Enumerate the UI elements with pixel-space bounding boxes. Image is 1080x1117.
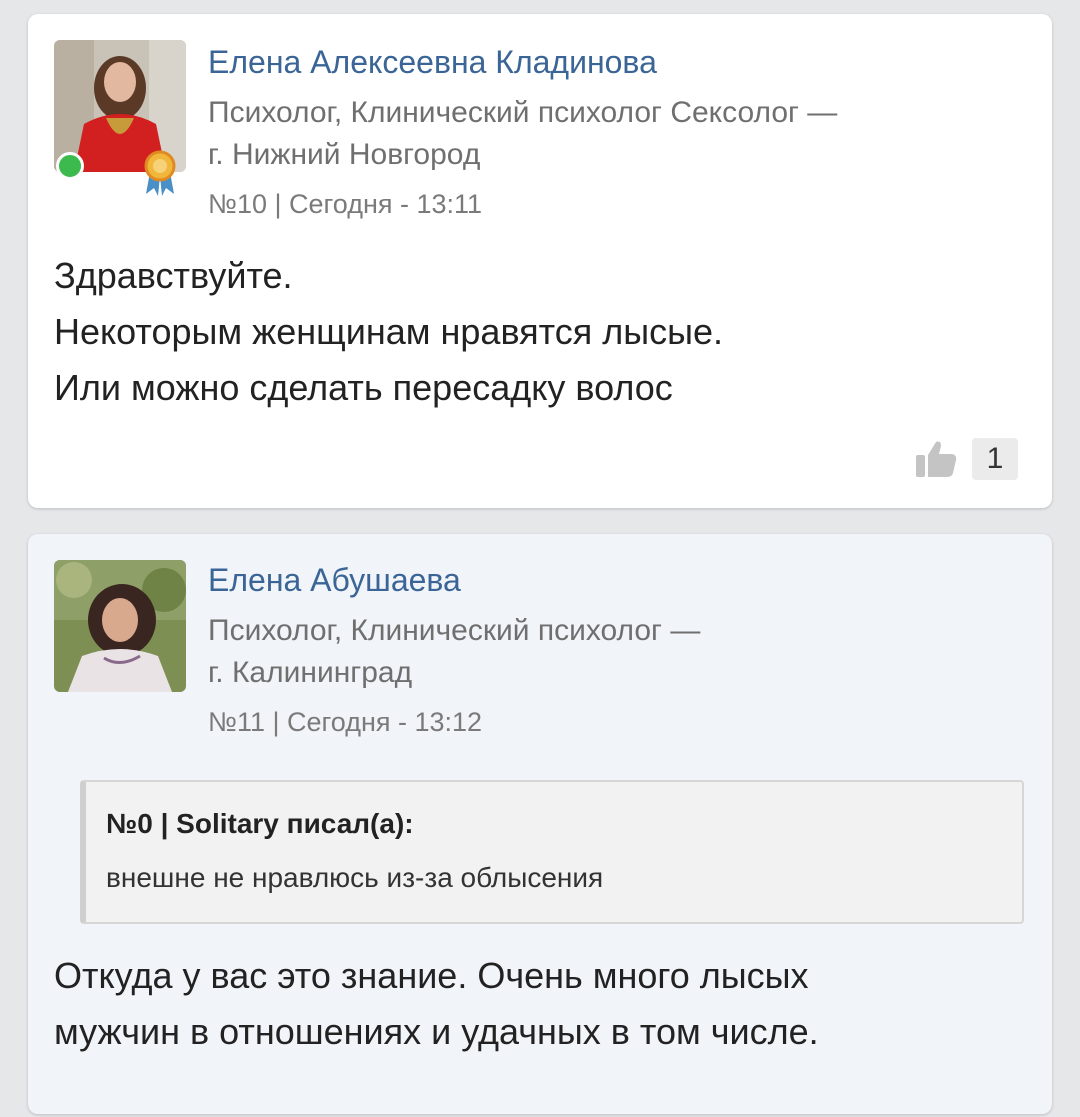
online-status-indicator [56, 152, 84, 180]
like-count: 1 [972, 438, 1018, 480]
post-line: Или можно сделать пересадку волос [54, 367, 673, 408]
quote-block: №0 | Solitary писал(а): внешне не нравлю… [80, 780, 1024, 924]
post-line: мужчин в отношениях и удачных в том числ… [54, 1011, 819, 1052]
author-name[interactable]: Елена Алексеевна Кладинова [208, 42, 657, 82]
post-card: Елена Абушаева Психолог, Клинический пси… [28, 534, 1052, 1114]
author-city: г. Калининград [208, 656, 413, 689]
award-ribbon-icon [142, 150, 178, 196]
quote-text: внешне не нравлюсь из-за облысения [106, 862, 604, 893]
thumbs-up-icon[interactable] [914, 439, 958, 479]
author-name[interactable]: Елена Абушаева [208, 560, 461, 600]
post-meta[interactable]: №11 | Сегодня - 13:12 [208, 704, 482, 740]
avatar[interactable] [54, 560, 186, 692]
post-line: Откуда у вас это знание. Очень много лыс… [54, 955, 809, 996]
author-city: г. Нижний Новгород [208, 138, 481, 171]
like-control[interactable]: 1 [914, 438, 1018, 480]
post-card: Елена Алексеевна Кладинова Психолог, Кли… [28, 14, 1052, 508]
author-role: Психолог, Клинический психолог Сексолог … [208, 92, 988, 176]
author-role-line: Психолог, Клинический психолог — [208, 614, 701, 647]
quote-header[interactable]: №0 | Solitary писал(а): [106, 808, 414, 840]
post-line: Некоторым женщинам нравятся лысые. [54, 311, 724, 352]
author-role: Психолог, Клинический психолог — г. Кали… [208, 610, 988, 694]
post-meta[interactable]: №10 | Сегодня - 13:11 [208, 186, 482, 222]
author-role-line: Психолог, Клинический психолог Сексолог … [208, 96, 838, 129]
post-line: Здравствуйте. [54, 255, 293, 296]
post-body: Здравствуйте. Некоторым женщинам нравятс… [54, 248, 1014, 416]
post-body: Откуда у вас это знание. Очень много лыс… [54, 948, 1014, 1060]
